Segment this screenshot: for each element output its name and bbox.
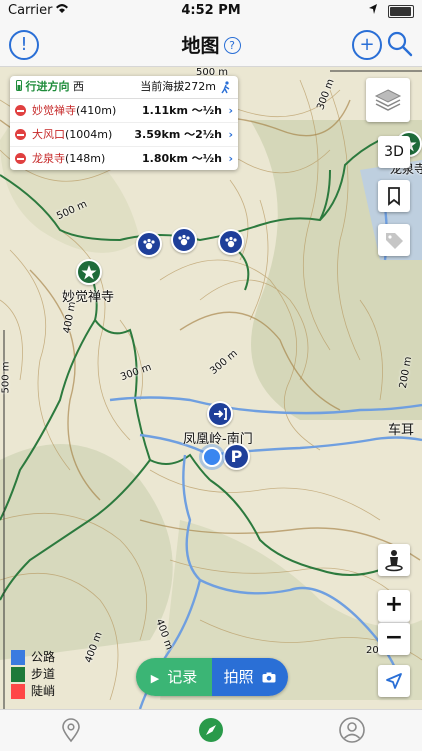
- bookmark-icon: [388, 187, 400, 206]
- legend-label: 陡峭: [31, 684, 56, 698]
- page-title-text: 地图: [181, 35, 220, 57]
- temple-label: 妙觉禅寺: [62, 290, 115, 305]
- map-legend: 公路 步道 陡峭: [11, 649, 55, 700]
- entrance-icon: [214, 408, 227, 420]
- heading-value: 西: [73, 80, 84, 93]
- chevron-right-icon: ›: [228, 128, 233, 141]
- battery-icon: [388, 5, 414, 18]
- camera-icon: [262, 672, 276, 683]
- cheer-label: 车耳: [388, 423, 415, 438]
- heading-label: 行进方向: [25, 80, 70, 93]
- nav-bar: ! 地图? +: [0, 22, 422, 67]
- record-label: 记录: [167, 668, 198, 686]
- legend-swatch: [11, 667, 25, 682]
- help-icon[interactable]: ?: [223, 37, 241, 54]
- zoom-in-label: +: [384, 592, 404, 617]
- route-info-panel: 行进方向 西 当前海拔272m 妙觉禅寺(410m) 1.11km ～½h › …: [10, 76, 238, 170]
- tag-button[interactable]: [378, 224, 410, 256]
- zoom-in-button[interactable]: +: [378, 590, 410, 622]
- status-time: 4:52 PM: [181, 3, 241, 18]
- locate-me-button[interactable]: [378, 665, 410, 697]
- legend-swatch: [11, 650, 25, 665]
- tab-places[interactable]: [57, 716, 85, 744]
- compass-icon: [199, 718, 223, 742]
- person-pin-icon: [385, 550, 403, 572]
- plus-icon: +: [359, 34, 375, 55]
- altitude-readout: 当前海拔272m: [140, 80, 216, 93]
- add-button[interactable]: +: [352, 30, 382, 60]
- destination-altitude: (148m): [65, 152, 106, 165]
- tab-profile[interactable]: [338, 716, 366, 744]
- search-button[interactable]: [386, 30, 414, 58]
- temple-marker[interactable]: [76, 259, 102, 285]
- layers-icon: [374, 89, 402, 111]
- 3d-label: 3D: [384, 144, 404, 160]
- remove-icon[interactable]: [15, 153, 26, 164]
- legend-swatch: [11, 684, 25, 699]
- paw-icon: [143, 238, 155, 250]
- layers-button[interactable]: [366, 78, 410, 122]
- chevron-right-icon: ›: [228, 104, 233, 117]
- record-photo-control: ▶ 记录 拍照: [136, 658, 288, 696]
- scenic-spot-marker[interactable]: [136, 231, 162, 257]
- destination-distance: 1.11km ～½h: [142, 104, 222, 117]
- zoom-out-label: −: [384, 625, 404, 650]
- play-icon: ▶: [150, 672, 160, 685]
- destination-altitude: (410m): [76, 104, 117, 117]
- legend-item: 公路: [11, 649, 55, 666]
- star-icon: [81, 265, 97, 280]
- destination-row[interactable]: 妙觉禅寺(410m) 1.11km ～½h ›: [10, 99, 238, 123]
- tab-bar: [0, 709, 422, 751]
- scenic-spot-marker[interactable]: [218, 229, 244, 255]
- destination-distance: 3.59km ～2½h: [134, 128, 222, 141]
- destination-distance: 1.80km ～½h: [142, 152, 222, 165]
- search-icon: [387, 31, 413, 57]
- destination-name: 龙泉寺: [32, 152, 65, 165]
- paw-icon: [225, 236, 237, 248]
- contour-label: 500 m: [0, 361, 12, 394]
- current-location-dot: [202, 447, 222, 467]
- destination-row[interactable]: 大风口(1004m) 3.59km ～2½h ›: [10, 123, 238, 147]
- user-icon: [339, 717, 365, 743]
- tag-icon: [386, 233, 403, 249]
- scenic-spot-marker[interactable]: [171, 227, 197, 253]
- chevron-right-icon: ›: [228, 152, 233, 165]
- legend-label: 公路: [31, 650, 56, 664]
- location-arrow-icon: [368, 3, 378, 19]
- destination-name: 妙觉禅寺: [32, 104, 76, 117]
- parking-marker[interactable]: P: [223, 443, 250, 470]
- bookmark-button[interactable]: [378, 180, 410, 212]
- destination-altitude: (1004m): [65, 128, 113, 141]
- paw-icon: [178, 234, 190, 246]
- legend-label: 步道: [31, 667, 56, 681]
- 3d-toggle-button[interactable]: 3D: [378, 136, 410, 168]
- destination-name: 大风口: [32, 128, 65, 141]
- heading-row: 行进方向 西 当前海拔272m: [10, 76, 238, 99]
- photo-button[interactable]: 拍照: [212, 658, 288, 696]
- photo-label: 拍照: [223, 668, 254, 686]
- zoom-out-button[interactable]: −: [378, 622, 410, 655]
- record-button[interactable]: ▶ 记录: [136, 658, 212, 696]
- remove-icon[interactable]: [15, 105, 26, 116]
- map-pin-icon: [62, 718, 80, 743]
- compass-needle-icon: [16, 80, 22, 91]
- destination-row[interactable]: 龙泉寺(148m) 1.80km ～½h ›: [10, 147, 238, 170]
- gate-marker[interactable]: [207, 401, 233, 427]
- remove-icon[interactable]: [15, 129, 26, 140]
- legend-item: 陡峭: [11, 683, 55, 700]
- parking-icon: P: [230, 447, 243, 466]
- navigation-arrow-icon: [386, 673, 402, 689]
- tab-map[interactable]: [197, 716, 225, 744]
- status-bar: Carrier 4:52 PM: [0, 0, 422, 22]
- legend-item: 步道: [11, 666, 55, 683]
- street-view-button[interactable]: [378, 544, 410, 576]
